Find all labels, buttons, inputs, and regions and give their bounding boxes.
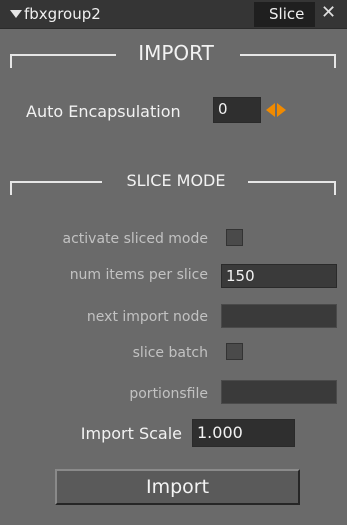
import-section-title: IMPORT <box>138 41 214 65</box>
num-items-per-slice-label: num items per slice <box>69 267 208 283</box>
next-import-node-field[interactable] <box>221 304 337 328</box>
panel-title: fbxgroup2 <box>24 5 101 23</box>
close-icon[interactable]: ✕ <box>321 1 336 25</box>
section-divider-right-tick <box>334 181 336 195</box>
import-button[interactable]: Import <box>55 469 300 505</box>
activate-sliced-mode-checkbox[interactable] <box>226 229 243 246</box>
section-divider-left <box>10 181 102 183</box>
portionsfile-label: portionsfile <box>129 386 208 402</box>
tab-slice-label[interactable]: Slice <box>269 5 304 23</box>
section-divider-right <box>248 181 336 183</box>
auto-encapsulation-label: Auto Encapsulation <box>26 102 181 121</box>
num-items-per-slice-field[interactable]: 150 <box>221 264 337 288</box>
activate-sliced-mode-label: activate sliced mode <box>62 231 209 247</box>
fbxgroup-panel: fbxgroup2 Slice ✕ IMPORT Auto Encapsulat… <box>0 0 347 525</box>
section-divider-right <box>240 54 336 56</box>
section-divider-left-tick <box>10 54 12 68</box>
slice-batch-label: slice batch <box>132 345 208 361</box>
decrement-arrow-icon[interactable] <box>266 103 275 117</box>
import-scale-field[interactable]: 1.000 <box>192 419 295 447</box>
auto-encapsulation-stepper-icon[interactable] <box>264 97 290 123</box>
next-import-node-label: next import node <box>86 309 208 325</box>
import-scale-label: Import Scale <box>80 424 182 443</box>
auto-encapsulation-field[interactable]: 0 <box>213 97 261 123</box>
section-divider-left-tick <box>10 181 12 195</box>
increment-arrow-icon[interactable] <box>277 103 286 117</box>
collapse-triangle-icon[interactable] <box>10 10 22 18</box>
slice-batch-checkbox[interactable] <box>226 343 243 360</box>
slice-section-title: SLICE MODE <box>126 171 226 190</box>
panel-titlebar: fbxgroup2 Slice ✕ <box>0 0 347 29</box>
portionsfile-field[interactable] <box>221 380 337 404</box>
section-divider-left <box>10 54 116 56</box>
section-divider-right-tick <box>334 54 336 68</box>
